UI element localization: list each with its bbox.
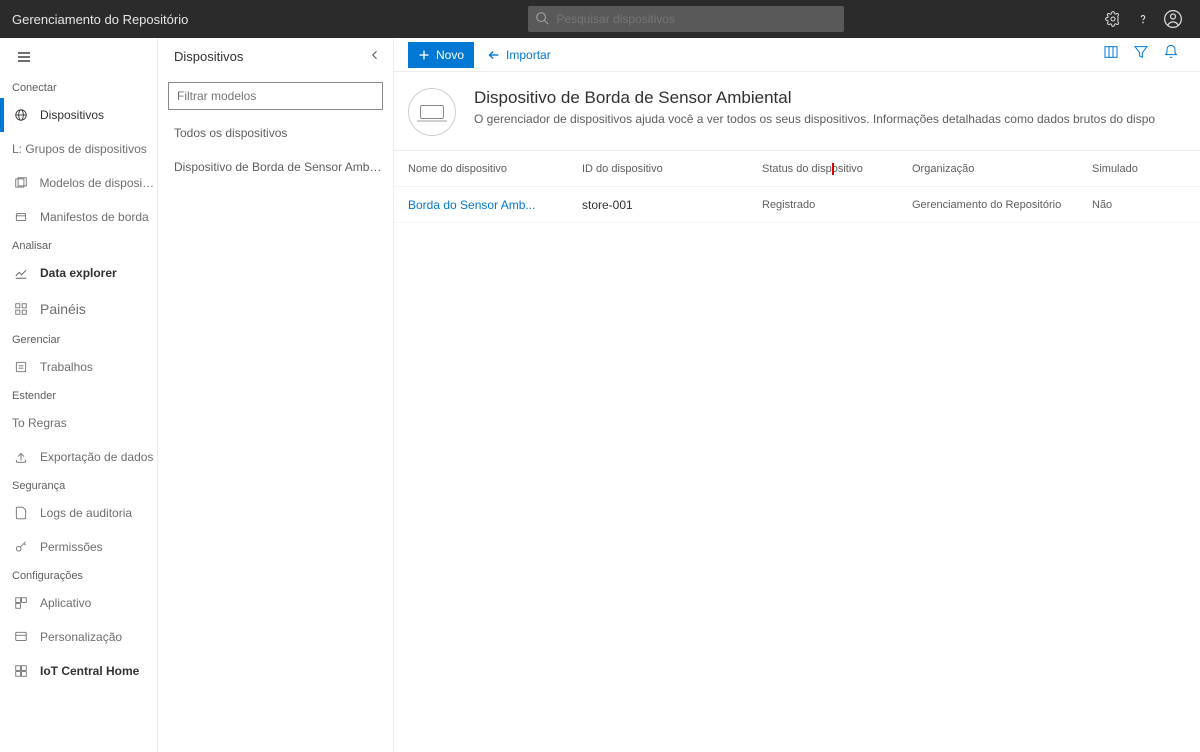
left-sidebar: Conectar Dispositivos L: Grupos de dispo… bbox=[0, 38, 158, 752]
nav-label: Personalização bbox=[40, 630, 122, 644]
filter-icon[interactable] bbox=[1126, 44, 1156, 65]
nav-iot-home[interactable]: IoT Central Home bbox=[0, 654, 157, 688]
help-icon[interactable] bbox=[1128, 10, 1158, 28]
nav-paineis[interactable]: Painéis bbox=[0, 290, 157, 328]
nav-label: Modelos de dispositivo bbox=[39, 176, 157, 190]
nav-label: Permissões bbox=[40, 540, 103, 554]
collapse-icon[interactable] bbox=[369, 48, 381, 66]
nav-label: IoT Central Home bbox=[40, 664, 139, 678]
export-icon bbox=[12, 448, 30, 466]
device-org-cell: Gerenciamento do Repositório bbox=[912, 199, 1092, 211]
nav-modelos[interactable]: Modelos de dispositivo bbox=[0, 166, 157, 200]
nav-aplicativo[interactable]: Aplicativo bbox=[0, 586, 157, 620]
import-button[interactable]: Importar bbox=[486, 42, 551, 68]
nav-manifestos[interactable]: Manifestos de borda bbox=[0, 200, 157, 234]
nav-label: Painéis bbox=[40, 301, 86, 317]
nav-label: Exportação de dados bbox=[40, 450, 153, 464]
jobs-icon bbox=[12, 358, 30, 376]
col-status-label: Status do dispositivo bbox=[762, 163, 863, 175]
nav-label: Aplicativo bbox=[40, 596, 91, 610]
section-estender: Estender bbox=[0, 384, 157, 406]
col-sim[interactable]: Simulado bbox=[1092, 163, 1172, 175]
columns-icon[interactable] bbox=[1096, 44, 1126, 65]
nav-dispositivos[interactable]: Dispositivos bbox=[0, 98, 157, 132]
device-status-cell: Registrado bbox=[762, 199, 912, 211]
audit-icon bbox=[12, 504, 30, 522]
manifest-icon bbox=[12, 208, 30, 226]
page-title: Dispositivo de Borda de Sensor Ambiental bbox=[474, 88, 1155, 108]
table-header: Nome do dispositivo ID do dispositivo St… bbox=[394, 151, 1200, 187]
section-analisar: Analisar bbox=[0, 234, 157, 256]
dashboard-icon bbox=[12, 300, 30, 318]
section-seguranca: Segurança bbox=[0, 474, 157, 496]
global-search[interactable] bbox=[528, 6, 844, 32]
nav-label: Dispositivos bbox=[40, 108, 104, 122]
section-gerenciar: Gerenciar bbox=[0, 328, 157, 350]
bell-icon[interactable] bbox=[1156, 44, 1186, 65]
key-icon bbox=[12, 538, 30, 556]
col-name[interactable]: Nome do dispositivo bbox=[408, 163, 582, 175]
col-status[interactable]: Status do dispositivo bbox=[762, 163, 912, 175]
nav-logs[interactable]: Logs de auditoria bbox=[0, 496, 157, 530]
table-row[interactable]: Borda do Sensor Amb... store-001 Registr… bbox=[394, 187, 1200, 223]
section-conectar: Conectar bbox=[0, 76, 157, 98]
col-id[interactable]: ID do dispositivo bbox=[582, 163, 762, 175]
mid-title: Dispositivos bbox=[174, 49, 243, 64]
nav-label: Trabalhos bbox=[40, 360, 93, 374]
home-icon bbox=[12, 662, 30, 680]
section-config: Configurações bbox=[0, 564, 157, 586]
hamburger-icon[interactable] bbox=[0, 38, 157, 76]
app-title: Gerenciamento do Repositório bbox=[12, 12, 188, 27]
customize-icon bbox=[12, 628, 30, 646]
new-button-label: Novo bbox=[436, 48, 464, 62]
search-icon bbox=[535, 11, 549, 30]
device-sim-cell: Não bbox=[1092, 199, 1172, 211]
import-button-label: Importar bbox=[506, 48, 551, 62]
chart-icon bbox=[12, 264, 30, 282]
account-icon[interactable] bbox=[1158, 9, 1188, 29]
template-icon bbox=[12, 174, 29, 192]
col-org[interactable]: Organização bbox=[912, 163, 1092, 175]
template-item[interactable]: Dispositivo de Borda de Sensor Ambiental bbox=[158, 150, 393, 184]
search-input[interactable] bbox=[528, 6, 844, 32]
new-button[interactable]: Novo bbox=[408, 42, 474, 68]
nav-personalizacao[interactable]: Personalização bbox=[0, 620, 157, 654]
nav-regras[interactable]: To Regras bbox=[0, 406, 157, 440]
filter-models-input[interactable] bbox=[168, 82, 383, 110]
nav-grupos[interactable]: L: Grupos de dispositivos bbox=[0, 132, 157, 166]
nav-permissoes[interactable]: Permissões bbox=[0, 530, 157, 564]
nav-label: Manifestos de borda bbox=[40, 210, 149, 224]
nav-data-explorer[interactable]: Data explorer bbox=[0, 256, 157, 290]
settings-icon[interactable] bbox=[1098, 10, 1128, 28]
template-panel: Dispositivos Todos os dispositivos Dispo… bbox=[158, 38, 394, 752]
nav-label: Data explorer bbox=[40, 266, 117, 280]
device-name-link[interactable]: Borda do Sensor Amb... bbox=[408, 198, 582, 212]
all-devices-item[interactable]: Todos os dispositivos bbox=[158, 116, 393, 150]
nav-label: Logs de auditoria bbox=[40, 506, 132, 520]
globe-icon bbox=[12, 106, 30, 124]
page-description: O gerenciador de dispositivos ajuda você… bbox=[474, 112, 1155, 126]
nav-exportacao[interactable]: Exportação de dados bbox=[0, 440, 157, 474]
device-type-icon bbox=[408, 88, 456, 136]
nav-label: To Regras bbox=[12, 416, 67, 430]
main-content: Novo Importar Dispositivo de Borda de Se… bbox=[394, 38, 1200, 752]
device-id-cell: store-001 bbox=[582, 198, 762, 212]
app-icon bbox=[12, 594, 30, 612]
nav-trabalhos[interactable]: Trabalhos bbox=[0, 350, 157, 384]
nav-label: L: Grupos de dispositivos bbox=[12, 142, 147, 156]
